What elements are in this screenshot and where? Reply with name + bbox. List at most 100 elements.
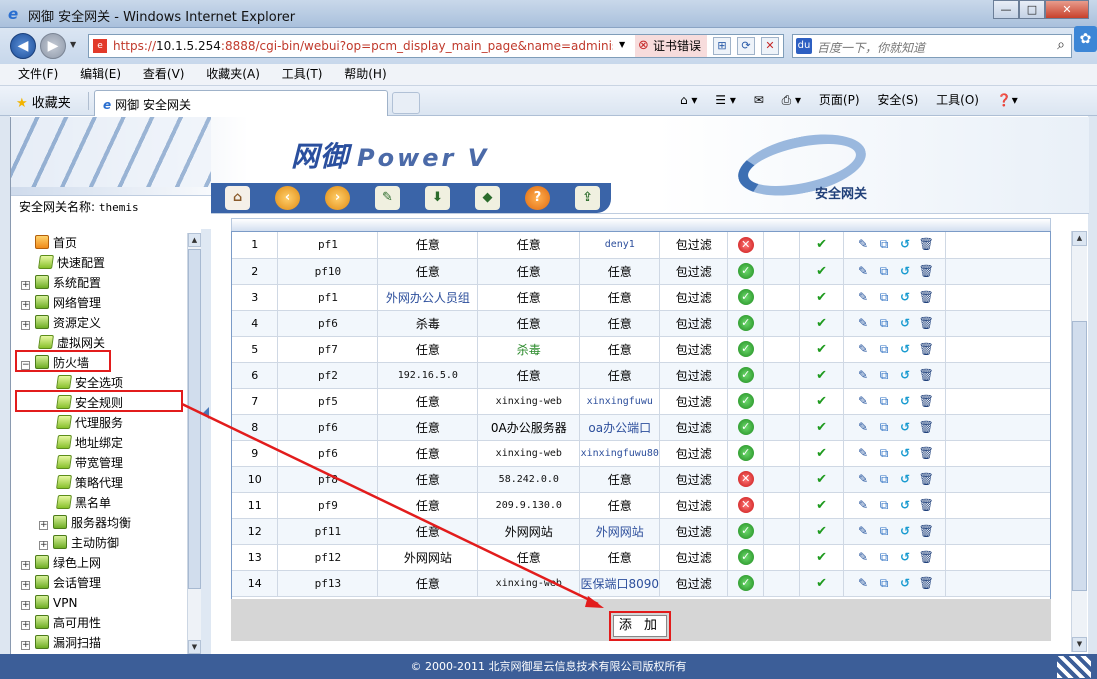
- search-icon[interactable]: ⌕: [1057, 37, 1065, 53]
- delete-icon[interactable]: 🗑: [919, 550, 934, 565]
- address-dropdown-icon[interactable]: ▼: [619, 40, 625, 49]
- menu-edit[interactable]: 编辑(E): [62, 64, 121, 85]
- expand-icon[interactable]: +: [39, 541, 48, 550]
- expand-icon[interactable]: +: [21, 601, 30, 610]
- reset-icon[interactable]: ↺: [898, 472, 913, 487]
- rule-status[interactable]: ✓: [727, 570, 765, 597]
- edit-icon[interactable]: ✎: [856, 420, 871, 435]
- back-nav-button[interactable]: ‹: [275, 186, 300, 210]
- reset-icon[interactable]: ↺: [898, 368, 913, 383]
- reset-icon[interactable]: ↺: [898, 264, 913, 279]
- edit-icon[interactable]: ✎: [856, 368, 871, 383]
- copy-icon[interactable]: ⧉: [877, 550, 892, 565]
- disabled-icon[interactable]: ✕: [737, 236, 754, 253]
- reset-icon[interactable]: ↺: [898, 550, 913, 565]
- reset-icon[interactable]: ↺: [898, 342, 913, 357]
- rule-status[interactable]: ✕: [727, 232, 765, 259]
- delete-icon[interactable]: 🗑: [919, 237, 934, 252]
- reset-icon[interactable]: ↺: [898, 394, 913, 409]
- table-row[interactable]: 1 pf1 任意 任意 deny1 包过滤 ✕ ✔ ✎ ⧉ ↺ 🗑: [232, 232, 1050, 259]
- config-icon[interactable]: ✎: [375, 186, 400, 210]
- scroll-thumb[interactable]: [188, 249, 201, 589]
- delete-icon[interactable]: 🗑: [919, 498, 934, 513]
- table-row[interactable]: 7 pf5 任意 xinxing-web xinxingfuwu 包过滤 ✓ ✔ ✎ ⧉ ↺ 🗑: [232, 388, 1050, 415]
- home-icon[interactable]: ⌂ ▾: [680, 93, 697, 107]
- reset-icon[interactable]: ↺: [898, 576, 913, 591]
- sidebar-item-policy-proxy[interactable]: 策略代理: [56, 473, 123, 493]
- sidebar-item-vpn[interactable]: + VPN: [21, 593, 77, 613]
- page-menu[interactable]: 页面(P): [819, 93, 860, 107]
- table-row[interactable]: 3 pf1 外网办公人员组 任意 任意 包过滤 ✓ ✔ ✎ ⧉ ↺ 🗑: [232, 284, 1050, 311]
- compat-view-icon[interactable]: ⊞: [713, 37, 731, 55]
- save-config-icon[interactable]: ⬇: [425, 186, 450, 210]
- table-row[interactable]: 4 pf6 杀毒 任意 任意 包过滤 ✓ ✔ ✎ ⧉ ↺ 🗑: [232, 310, 1050, 337]
- sidebar-item-green-internet[interactable]: + 绿色上网: [21, 553, 101, 573]
- rule-status[interactable]: ✓: [727, 258, 765, 285]
- copy-icon[interactable]: ⧉: [877, 237, 892, 252]
- edit-icon[interactable]: ✎: [856, 524, 871, 539]
- sidebar-item-resources[interactable]: + 资源定义: [21, 313, 101, 333]
- rule-status[interactable]: ✓: [727, 310, 765, 337]
- reset-icon[interactable]: ↺: [898, 420, 913, 435]
- copy-icon[interactable]: ⧉: [877, 524, 892, 539]
- sidebar-item-vuln-scan[interactable]: + 漏洞扫描: [21, 633, 101, 653]
- sidebar-item-quick-config[interactable]: 快速配置: [38, 253, 105, 273]
- menu-tools[interactable]: 工具(T): [264, 64, 323, 85]
- scroll-up-icon[interactable]: ▲: [1072, 231, 1087, 246]
- close-button[interactable]: ✕: [1045, 0, 1089, 19]
- table-row[interactable]: 5 pf7 任意 杀毒 任意 包过滤 ✓ ✔ ✎ ⧉ ↺ 🗑: [232, 336, 1050, 363]
- tools-menu[interactable]: 工具(O): [936, 93, 979, 107]
- enabled-icon[interactable]: ✓: [737, 289, 754, 305]
- enabled-icon[interactable]: ✓: [737, 263, 754, 279]
- expand-icon[interactable]: +: [21, 321, 30, 330]
- scroll-down-icon[interactable]: ▼: [188, 640, 201, 654]
- expand-icon[interactable]: +: [21, 281, 30, 290]
- delete-icon[interactable]: 🗑: [919, 368, 934, 383]
- address-bar[interactable]: e https://10.1.5.254:8888/cgi-bin/webui?…: [88, 34, 784, 58]
- search-box[interactable]: du 百度一下，你就知道 ⌕: [792, 34, 1072, 58]
- sidebar-item-ha[interactable]: + 高可用性: [21, 613, 101, 633]
- main-scrollbar[interactable]: ▲ ▼: [1071, 231, 1087, 652]
- forward-nav-button[interactable]: ›: [325, 186, 350, 210]
- rule-status[interactable]: ✕: [727, 492, 765, 519]
- safety-menu[interactable]: 安全(S): [877, 93, 918, 107]
- delete-icon[interactable]: 🗑: [919, 472, 934, 487]
- delete-icon[interactable]: 🗑: [919, 446, 934, 461]
- expand-icon[interactable]: +: [21, 641, 30, 650]
- menu-file[interactable]: 文件(F): [0, 64, 58, 85]
- rule-status[interactable]: ✓: [727, 544, 765, 571]
- copy-icon[interactable]: ⧉: [877, 316, 892, 331]
- reset-icon[interactable]: ↺: [898, 446, 913, 461]
- reset-icon[interactable]: ↺: [898, 524, 913, 539]
- help-button[interactable]: ?: [525, 186, 550, 210]
- enabled-icon[interactable]: ✓: [737, 341, 754, 357]
- sidebar-item-bandwidth[interactable]: 带宽管理: [56, 453, 123, 473]
- minimize-button[interactable]: —: [993, 0, 1019, 19]
- edit-icon[interactable]: ✎: [856, 394, 871, 409]
- sidebar-item-system[interactable]: + 系统配置: [21, 273, 101, 293]
- expand-icon[interactable]: +: [39, 521, 48, 530]
- export-icon[interactable]: ⇪: [575, 186, 600, 210]
- help-icon[interactable]: ❓▾: [997, 93, 1018, 107]
- rule-status[interactable]: ✓: [727, 388, 765, 415]
- edit-icon[interactable]: ✎: [856, 316, 871, 331]
- table-row[interactable]: 12 pf11 任意 外网网站 外网网站 包过滤 ✓ ✔ ✎ ⧉ ↺ 🗑: [232, 518, 1050, 545]
- copy-icon[interactable]: ⧉: [877, 446, 892, 461]
- delete-icon[interactable]: 🗑: [919, 420, 934, 435]
- enabled-icon[interactable]: ✓: [737, 445, 754, 461]
- expand-icon[interactable]: +: [21, 301, 30, 310]
- reset-icon[interactable]: ↺: [898, 498, 913, 513]
- enabled-icon[interactable]: ✓: [737, 419, 754, 435]
- history-dropdown-icon[interactable]: ▼: [70, 40, 76, 49]
- table-row[interactable]: 11 pf9 任意 209.9.130.0 任意 包过滤 ✕ ✔ ✎ ⧉ ↺ 🗑: [232, 492, 1050, 519]
- cert-error-badge[interactable]: 证书错误: [635, 35, 707, 57]
- sidebar-item-blacklist[interactable]: 黑名单: [56, 493, 111, 513]
- enabled-icon[interactable]: ✓: [737, 393, 754, 409]
- menu-view[interactable]: 查看(V): [125, 64, 185, 85]
- enabled-icon[interactable]: ✓: [737, 523, 754, 539]
- copy-icon[interactable]: ⧉: [877, 472, 892, 487]
- delete-icon[interactable]: 🗑: [919, 576, 934, 591]
- sidebar-item-sessions[interactable]: + 会话管理: [21, 573, 101, 593]
- copy-icon[interactable]: ⧉: [877, 342, 892, 357]
- reset-icon[interactable]: ↺: [898, 290, 913, 305]
